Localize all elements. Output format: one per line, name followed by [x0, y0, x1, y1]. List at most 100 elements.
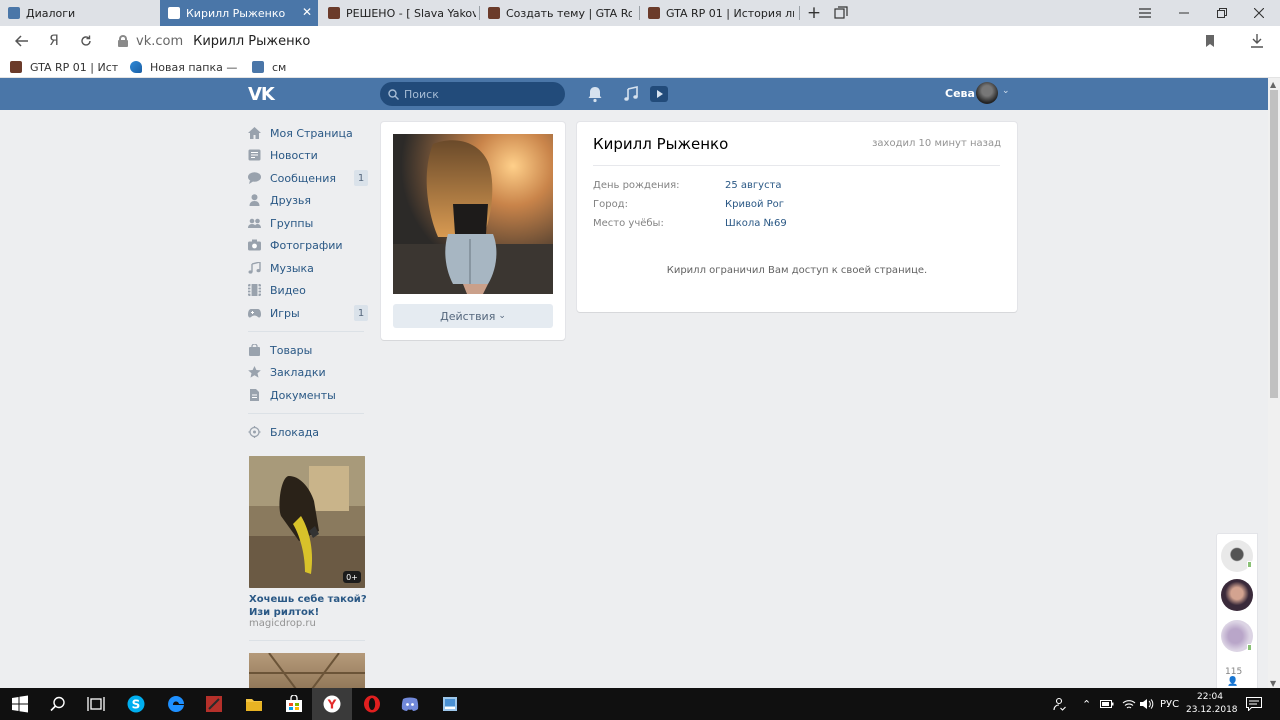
notifications-center-icon[interactable] [1246, 688, 1262, 720]
reload-button[interactable] [75, 31, 97, 51]
gta-favicon-icon [488, 7, 500, 19]
tab-create-topic[interactable]: Создать тему | GTA RolePla [480, 0, 636, 26]
search-input[interactable]: Поиск [380, 82, 565, 106]
document-icon [250, 389, 259, 401]
menu-item-photos[interactable]: Фотографии [248, 235, 368, 255]
scrollbar-thumb[interactable] [1270, 90, 1278, 398]
windows-taskbar: S Y ⌃ РУС 22:04 23.12.2018 [0, 688, 1280, 720]
online-friends-count[interactable]: 115 👤 [1225, 667, 1257, 687]
close-tab-icon[interactable]: ✕ [302, 6, 312, 18]
people-icon[interactable] [1052, 688, 1066, 720]
play-video-icon[interactable] [650, 85, 668, 103]
menu-item-friends[interactable]: Друзья [248, 190, 368, 210]
ad-domain[interactable]: magicdrop.ru [249, 618, 316, 629]
tab-kirill-ryzhenko[interactable]: Кирилл Рыженко ✕ [160, 0, 318, 26]
person-icon: 👤 [1227, 677, 1239, 687]
search-taskbar-button[interactable] [38, 688, 78, 720]
close-window-button[interactable] [1240, 0, 1278, 26]
chevron-down-icon[interactable]: ⌄ [1002, 86, 1010, 96]
opera-taskbar-button[interactable] [352, 688, 392, 720]
scroll-up-icon[interactable]: ▲ [1270, 80, 1276, 89]
menu-item-goods[interactable]: Товары [248, 340, 368, 360]
explorer-taskbar-button[interactable] [234, 688, 274, 720]
vk-logo[interactable]: VK [248, 84, 275, 105]
minimize-button[interactable] [1165, 0, 1203, 26]
image-viewer-icon [443, 697, 457, 711]
url-page-title: Кирилл Рыженко [193, 33, 311, 49]
bookmark-new-folder[interactable]: Новая папка — Ян [130, 59, 240, 75]
skype-icon: S [127, 695, 145, 713]
school-value[interactable]: Школа №69 [725, 218, 787, 229]
menu-item-bookmarks[interactable]: Закладки [248, 362, 368, 382]
tabs-overview-button[interactable] [822, 0, 860, 26]
menu-item-groups[interactable]: Группы [248, 213, 368, 233]
wifi-icon[interactable] [1122, 688, 1136, 720]
tab-gta-history[interactable]: GTA RP 01 | История лидер [640, 0, 798, 26]
menu-button[interactable] [1126, 0, 1164, 26]
bookmark-sm[interactable]: см [252, 59, 286, 75]
notifications-bell-icon[interactable] [586, 85, 604, 103]
menu-item-documents[interactable]: Документы [248, 385, 368, 405]
task-view-button[interactable] [76, 688, 116, 720]
actions-button[interactable]: Действия ⌄ [393, 304, 553, 328]
discord-taskbar-button[interactable] [390, 688, 430, 720]
online-indicator-icon [1247, 644, 1252, 651]
downloads-button[interactable] [1246, 31, 1268, 51]
vk-favicon-icon [8, 7, 20, 19]
yandex-button[interactable]: Я [43, 31, 65, 51]
edge-taskbar-button[interactable] [156, 688, 196, 720]
user-avatar[interactable] [976, 82, 998, 104]
address-bar: Я vk.com Кирилл Рыженко [0, 26, 1280, 56]
profile-photo-image [393, 134, 553, 294]
user-name[interactable]: Сева [945, 87, 975, 100]
start-button[interactable] [0, 688, 40, 720]
last-seen: заходил 10 минут назад [872, 138, 1001, 149]
chat-contact-avatar[interactable] [1221, 579, 1253, 611]
menu-item-blokada[interactable]: Блокада [248, 422, 368, 442]
music-note-icon[interactable] [622, 85, 640, 103]
windows-logo-icon [12, 695, 28, 713]
tab-reshen[interactable]: РЕШЕНО - [ Slava Yakovlev [320, 0, 476, 26]
back-button[interactable] [11, 31, 33, 51]
school-label: Место учёбы: [593, 218, 664, 229]
ad-image-second[interactable] [249, 653, 365, 693]
game-taskbar-button[interactable] [194, 688, 234, 720]
url-field[interactable]: vk.com Кирилл Рыженко [108, 29, 1228, 53]
tab-dialogs[interactable]: Диалоги [0, 0, 158, 26]
input-language[interactable]: РУС [1160, 688, 1179, 720]
bookmark-page-button[interactable] [1199, 31, 1221, 51]
ad-image[interactable]: 0+ [249, 456, 365, 588]
profile-divider [593, 165, 1000, 166]
yandex-browser-taskbar-button[interactable]: Y [312, 688, 352, 720]
volume-icon[interactable] [1140, 688, 1154, 720]
show-hidden-icons-icon[interactable]: ⌃ [1082, 688, 1091, 720]
menu-item-games[interactable]: Игры 1 [248, 303, 368, 323]
birthday-value[interactable]: 25 августа [725, 180, 782, 191]
search-icon [50, 696, 65, 712]
groups-icon [248, 218, 261, 228]
menu-item-news[interactable]: Новости [248, 145, 368, 165]
battery-icon[interactable] [1100, 688, 1114, 720]
store-taskbar-button[interactable] [274, 688, 314, 720]
ad-title[interactable]: Хочешь себе такой? Изи рилток! [249, 593, 369, 619]
edge-icon [168, 696, 184, 712]
bag-icon [249, 344, 260, 356]
menu-item-my-page[interactable]: Моя Страница [248, 123, 368, 143]
menu-item-music[interactable]: Музыка [248, 258, 368, 278]
page-scrollbar[interactable]: ▲ ▼ [1268, 78, 1280, 690]
image-viewer-taskbar-button[interactable] [430, 688, 470, 720]
skype-taskbar-button[interactable]: S [116, 688, 156, 720]
hamburger-icon [1139, 8, 1151, 18]
menu-divider [248, 413, 364, 414]
bookmark-gta-rp[interactable]: GTA RP 01 | Истор [10, 59, 118, 75]
menu-item-video[interactable]: Видео [248, 280, 368, 300]
svg-text:Y: Y [327, 698, 337, 712]
system-clock[interactable]: 22:04 23.12.2018 [1186, 691, 1238, 717]
scroll-down-icon[interactable]: ▼ [1270, 679, 1276, 688]
yandex-browser-icon: Y [323, 695, 341, 713]
restore-button[interactable] [1203, 0, 1241, 26]
city-value[interactable]: Кривой Рог [725, 199, 784, 210]
profile-photo[interactable] [393, 134, 553, 294]
menu-item-messages[interactable]: Сообщения 1 [248, 168, 368, 188]
fast-chat-panel: 115 👤 [1216, 533, 1258, 690]
